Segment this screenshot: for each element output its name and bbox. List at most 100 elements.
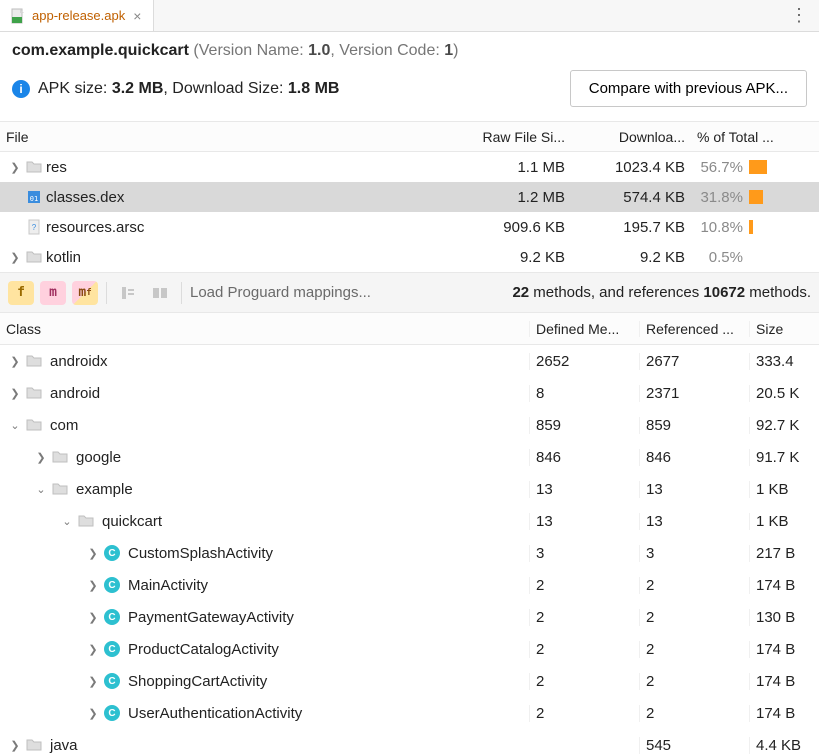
apk-size-text: APK size: 3.2 MB, Download Size: 1.8 MB <box>38 80 339 98</box>
class-name: MainActivity <box>128 577 208 594</box>
package-line: com.example.quickcart (Version Name: 1.0… <box>12 42 807 60</box>
class-row[interactable]: ⌄quickcart13131 KB <box>0 505 819 537</box>
defined-methods: 2 <box>529 673 639 690</box>
filter-methods-toggle[interactable]: m <box>40 281 66 305</box>
chevron-right-icon[interactable]: ❯ <box>8 251 22 264</box>
class-row[interactable]: ❯CPaymentGatewayActivity22130 B <box>0 601 819 633</box>
class-row[interactable]: ❯google84684691.7 K <box>0 441 819 473</box>
class-row[interactable]: ❯CMainActivity22174 B <box>0 569 819 601</box>
class-icon: C <box>104 705 120 721</box>
toolbar-action-2[interactable] <box>147 281 173 305</box>
referenced-methods: 2677 <box>639 353 749 370</box>
col-defined-methods[interactable]: Defined Me... <box>529 321 639 337</box>
class-size: 174 B <box>749 705 819 722</box>
chevron-down-icon[interactable]: ⌄ <box>8 419 22 432</box>
chevron-right-icon[interactable]: ❯ <box>86 611 100 624</box>
chevron-right-icon[interactable]: ❯ <box>8 161 22 174</box>
class-name: android <box>50 385 100 402</box>
close-icon[interactable]: × <box>131 9 143 23</box>
referenced-methods: 2 <box>639 609 749 626</box>
class-name: google <box>76 449 121 466</box>
chevron-down-icon[interactable]: ⌄ <box>34 483 48 496</box>
file-pct: 10.8% <box>691 219 811 236</box>
chevron-down-icon[interactable]: ⌄ <box>60 515 74 528</box>
package-icon <box>26 417 42 433</box>
file-pct: 56.7% <box>691 159 811 176</box>
defined-methods: 2652 <box>529 353 639 370</box>
class-name: quickcart <box>102 513 162 530</box>
referenced-methods: 846 <box>639 449 749 466</box>
chevron-right-icon[interactable]: ❯ <box>8 739 22 752</box>
tab-label: app-release.apk <box>32 8 125 23</box>
folder-icon <box>26 159 42 175</box>
class-table-header: Class Defined Me... Referenced ... Size <box>0 313 819 345</box>
class-size: 1 KB <box>749 513 819 530</box>
defined-methods: 2 <box>529 577 639 594</box>
class-row[interactable]: ❯CCustomSplashActivity33217 B <box>0 537 819 569</box>
defined-methods: 2 <box>529 609 639 626</box>
referenced-methods: 2371 <box>639 385 749 402</box>
info-icon: i <box>12 80 30 98</box>
col-raw-size[interactable]: Raw File Si... <box>451 129 571 145</box>
col-file[interactable]: File <box>0 129 451 145</box>
col-referenced-methods[interactable]: Referenced ... <box>639 321 749 337</box>
svg-text:?: ? <box>32 223 37 232</box>
tab-overflow-menu[interactable]: ⋮ <box>787 0 811 31</box>
defined-methods: 13 <box>529 481 639 498</box>
referenced-methods: 859 <box>639 417 749 434</box>
class-icon: C <box>104 641 120 657</box>
package-icon <box>26 353 42 369</box>
class-size: 130 B <box>749 609 819 626</box>
class-size: 1 KB <box>749 481 819 498</box>
class-row[interactable]: ❯android8237120.5 K <box>0 377 819 409</box>
filter-methods-fields-toggle[interactable]: mf <box>72 281 98 305</box>
package-name: com.example.quickcart <box>12 42 189 59</box>
file-row[interactable]: ❯kotlin9.2 KB9.2 KB0.5% <box>0 242 819 272</box>
defined-methods: 3 <box>529 545 639 562</box>
chevron-right-icon[interactable]: ❯ <box>34 451 48 464</box>
referenced-methods: 13 <box>639 481 749 498</box>
class-row[interactable]: ⌄com85985992.7 K <box>0 409 819 441</box>
toolbar-action-1[interactable] <box>115 281 141 305</box>
class-row[interactable]: ❯CShoppingCartActivity22174 B <box>0 665 819 697</box>
filter-fields-toggle[interactable]: f <box>8 281 34 305</box>
file-raw-size: 1.2 MB <box>451 189 571 206</box>
file-pct: 0.5% <box>691 249 811 266</box>
class-name: PaymentGatewayActivity <box>128 609 294 626</box>
col-download-size[interactable]: Downloa... <box>571 129 691 145</box>
chevron-right-icon[interactable]: ❯ <box>8 387 22 400</box>
class-icon: C <box>104 609 120 625</box>
col-class[interactable]: Class <box>0 321 529 337</box>
chevron-right-icon[interactable]: ❯ <box>86 547 100 560</box>
class-row[interactable]: ❯CProductCatalogActivity22174 B <box>0 633 819 665</box>
class-size: 20.5 K <box>749 385 819 402</box>
class-row[interactable]: ❯CUserAuthenticationActivity22174 B <box>0 697 819 729</box>
class-name: androidx <box>50 353 108 370</box>
class-row[interactable]: ⌄example13131 KB <box>0 473 819 505</box>
class-row[interactable]: ❯androidx26522677333.4 <box>0 345 819 377</box>
col-size[interactable]: Size <box>749 321 819 337</box>
file-row[interactable]: ❯?resources.arsc909.6 KB195.7 KB10.8% <box>0 212 819 242</box>
file-row[interactable]: ❯01classes.dex1.2 MB574.4 KB31.8% <box>0 182 819 212</box>
referenced-methods: 13 <box>639 513 749 530</box>
compare-apk-button[interactable]: Compare with previous APK... <box>570 70 807 107</box>
chevron-right-icon[interactable]: ❯ <box>86 579 100 592</box>
defined-methods: 2 <box>529 641 639 658</box>
chevron-right-icon[interactable]: ❯ <box>8 355 22 368</box>
chevron-right-icon[interactable]: ❯ <box>86 675 100 688</box>
class-table: Class Defined Me... Referenced ... Size … <box>0 313 819 754</box>
package-icon <box>52 449 68 465</box>
defined-methods: 2 <box>529 705 639 722</box>
package-icon <box>26 737 42 753</box>
load-proguard-mappings[interactable]: Load Proguard mappings... <box>190 284 371 301</box>
class-row[interactable]: ❯java5454.4 KB <box>0 729 819 754</box>
file-row[interactable]: ❯res1.1 MB1023.4 KB56.7% <box>0 152 819 182</box>
tab-app-release[interactable]: app-release.apk × <box>0 0 154 31</box>
chevron-right-icon[interactable]: ❯ <box>86 707 100 720</box>
class-name: com <box>50 417 78 434</box>
file-raw-size: 9.2 KB <box>451 249 571 266</box>
col-pct-total[interactable]: % of Total ... <box>691 129 811 145</box>
version-info: (Version Name: 1.0, Version Code: 1) <box>193 42 458 59</box>
chevron-right-icon[interactable]: ❯ <box>86 643 100 656</box>
method-stats: 22 methods, and references 10672 methods… <box>512 284 811 301</box>
